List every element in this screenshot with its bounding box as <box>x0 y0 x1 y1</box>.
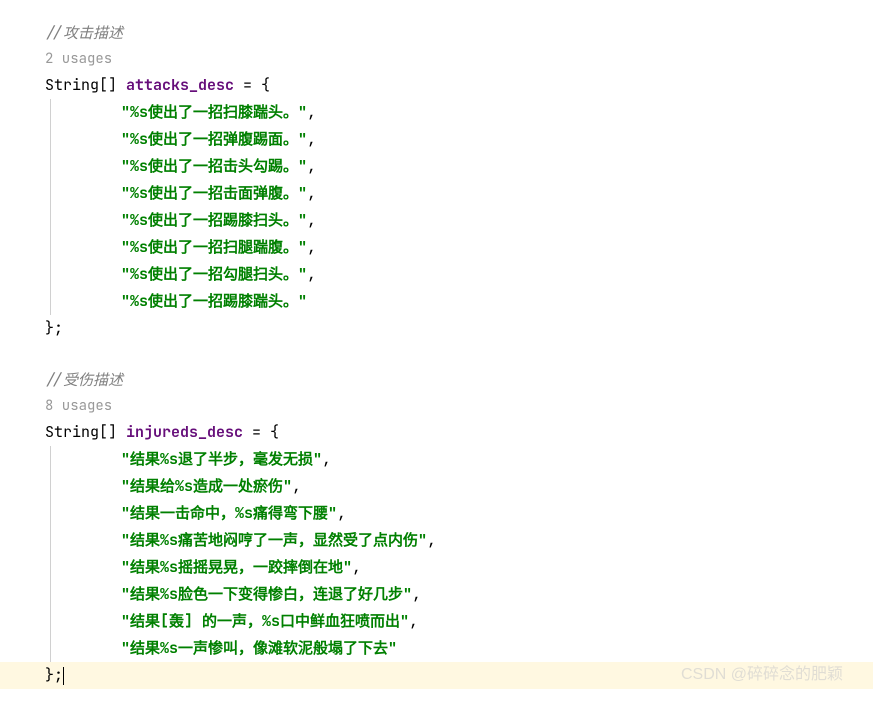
string-literal: "%s使出了一招击头勾踢。" <box>121 156 307 176</box>
comment-line-2: //受伤描述 <box>45 367 828 394</box>
comma: , <box>409 611 418 631</box>
string-literal: "%s使出了一招踢膝踹头。" <box>121 291 307 311</box>
string-literal: "%s使出了一招弹腹踢面。" <box>121 129 307 149</box>
comma: , <box>307 183 316 203</box>
comment-line-1: //攻击描述 <box>45 20 828 47</box>
string-literal: "结果一击命中，%s痛得弯下腰" <box>121 503 337 523</box>
string-literal: "%s使出了一招击面弹腹。" <box>121 183 307 203</box>
string-literal: "%s使出了一招踢膝扫头。" <box>121 210 307 230</box>
comma: , <box>352 557 361 577</box>
string-literal: "%s使出了一招勾腿扫头。" <box>121 264 307 284</box>
variable-name: attacks_desc <box>126 75 234 95</box>
string-literal: "结果%s退了半步，毫发无损" <box>121 449 322 469</box>
comma: , <box>337 503 346 523</box>
comment-prefix: // <box>45 23 63 43</box>
comma: , <box>307 156 316 176</box>
type-keyword: String[] <box>45 422 126 442</box>
array-item: "%s使出了一招踢膝踹头。" <box>50 288 828 315</box>
string-literal: "结果给%s造成一处瘀伤" <box>121 476 292 496</box>
string-literal: "结果%s脸色一下变得惨白，连退了好几步" <box>121 584 412 604</box>
string-literal: "结果[轰] 的一声，%s口中鲜血狂喷而出" <box>121 611 409 631</box>
equals-brace: = { <box>243 422 279 442</box>
variable-name: injureds_desc <box>126 422 243 442</box>
declaration-1: String[] attacks_desc = { <box>45 72 828 99</box>
array-item: "%s使出了一招勾腿扫头。", <box>50 261 828 288</box>
array-item: "结果%s退了半步，毫发无损", <box>50 446 828 473</box>
comma: , <box>412 584 421 604</box>
array-item: "结果给%s造成一处瘀伤", <box>50 473 828 500</box>
comma: , <box>307 102 316 122</box>
string-literal: "结果%s一声惨叫，像滩软泥般塌了下去" <box>121 638 397 658</box>
comma: , <box>307 210 316 230</box>
comma: , <box>322 449 331 469</box>
close-brace-1: }; <box>45 315 828 342</box>
array-item: "%s使出了一招击头勾踢。", <box>50 153 828 180</box>
text-cursor <box>63 667 64 685</box>
comma: , <box>307 264 316 284</box>
string-literal: "结果%s摇摇晃晃，一跤摔倒在地" <box>121 557 352 577</box>
comment-prefix: // <box>45 370 63 390</box>
comma: , <box>292 476 301 496</box>
array-item: "结果%s痛苦地闷哼了一声，显然受了点内伤", <box>50 527 828 554</box>
array-item: "结果%s脸色一下变得惨白，连退了好几步", <box>50 581 828 608</box>
string-literal: "%s使出了一招扫膝踹头。" <box>121 102 307 122</box>
type-keyword: String[] <box>45 75 126 95</box>
array-item: "%s使出了一招扫膝踹头。", <box>50 99 828 126</box>
array-item: "结果%s摇摇晃晃，一跤摔倒在地", <box>50 554 828 581</box>
array-item: "结果[轰] 的一声，%s口中鲜血狂喷而出", <box>50 608 828 635</box>
array-item: "%s使出了一招扫腿踹腹。", <box>50 234 828 261</box>
string-literal: "结果%s痛苦地闷哼了一声，显然受了点内伤" <box>121 530 427 550</box>
array-item: "结果%s一声惨叫，像滩软泥般塌了下去" <box>50 635 828 662</box>
array-item: "%s使出了一招踢膝扫头。", <box>50 207 828 234</box>
comment-text: 攻击描述 <box>63 23 123 43</box>
usages-2: 8 usages <box>45 394 828 419</box>
declaration-2: String[] injureds_desc = { <box>45 419 828 446</box>
equals-brace: = { <box>234 75 270 95</box>
comma: , <box>307 237 316 257</box>
array-item: "%s使出了一招弹腹踢面。", <box>50 126 828 153</box>
comment-text: 受伤描述 <box>63 370 123 390</box>
array-item: "%s使出了一招击面弹腹。", <box>50 180 828 207</box>
watermark: CSDN @碎碎念的肥颖 <box>681 661 843 690</box>
usages-1: 2 usages <box>45 47 828 72</box>
comma: , <box>307 129 316 149</box>
string-literal: "%s使出了一招扫腿踹腹。" <box>121 237 307 257</box>
comma: , <box>427 530 436 550</box>
array-item: "结果一击命中，%s痛得弯下腰", <box>50 500 828 527</box>
